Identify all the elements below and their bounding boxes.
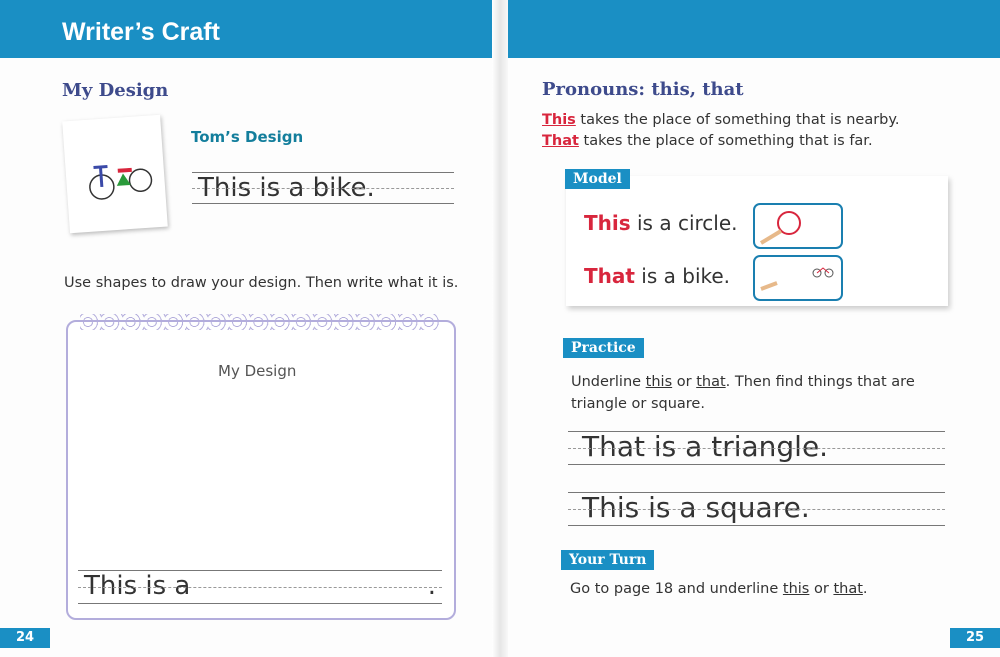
sentence-text: is a bike. <box>634 264 731 288</box>
notebook-title[interactable]: My Design <box>218 362 296 380</box>
example-sentence: This is a bike. <box>198 173 375 203</box>
practice-instruction: Underline this or that. Then find things… <box>571 371 951 415</box>
notebook-period: . <box>427 571 436 601</box>
bike-drawing-card <box>62 114 168 234</box>
that-word: That <box>584 264 635 288</box>
model-label: Model <box>565 169 630 189</box>
your-turn-label: Your Turn <box>561 550 655 570</box>
practice-sentence-2: This is a square. <box>582 491 810 524</box>
practice-sentence-1: That is a triangle. <box>582 430 829 463</box>
notebook-writing-lines[interactable]: This is a . <box>78 570 442 604</box>
instruction-text: Use shapes to draw your design. Then wri… <box>64 275 459 291</box>
this-word: this <box>645 374 673 390</box>
text: Go to page 18 and underline <box>570 581 783 597</box>
book-gutter <box>492 0 508 657</box>
practice-line-1: That is a triangle. <box>568 430 945 465</box>
rule-this: This takes the place of something that i… <box>542 112 900 128</box>
bike-drawing-icon <box>89 165 153 200</box>
circle-near-icon <box>759 211 801 245</box>
pronouns-heading: Pronouns: this, that <box>542 79 744 100</box>
my-design-heading: My Design <box>62 80 169 101</box>
practice-line-2: This is a square. <box>568 491 945 526</box>
rule-text: takes the place of something that is far… <box>578 133 873 149</box>
notebook-prompt: This is a <box>84 571 191 601</box>
text: . <box>862 581 868 597</box>
this-word: This <box>584 211 631 235</box>
sentence-text: is a circle. <box>630 211 738 235</box>
circle-picture <box>753 203 843 249</box>
text: Underline <box>571 374 646 390</box>
bike-picture <box>753 255 843 301</box>
page-number-left: 24 <box>0 628 50 648</box>
model-sentence-1: This is a circle. <box>584 211 738 235</box>
that-word: that <box>696 374 726 390</box>
text: or <box>809 581 834 597</box>
page-number-right: 25 <box>950 628 1000 648</box>
practice-label: Practice <box>563 338 644 358</box>
your-turn-instruction: Go to page 18 and underline this or that… <box>570 581 868 597</box>
page-title: Writer’s Craft <box>62 18 220 46</box>
writing-lines: This is a bike. <box>192 172 454 204</box>
that-word: That <box>542 133 579 149</box>
this-word: this <box>782 581 810 597</box>
this-word: This <box>542 112 576 128</box>
that-word: that <box>833 581 863 597</box>
design-notebook: My Design This is a . <box>66 314 456 620</box>
toms-design-label: Tom’s Design <box>191 128 304 146</box>
spiral-binding <box>80 314 440 330</box>
rule-text: takes the place of something that is nea… <box>575 112 900 128</box>
model-sentence-2: That is a bike. <box>584 264 730 288</box>
bike-far-icon <box>760 267 834 291</box>
text: or <box>672 374 697 390</box>
rule-that: That takes the place of something that i… <box>542 133 873 149</box>
